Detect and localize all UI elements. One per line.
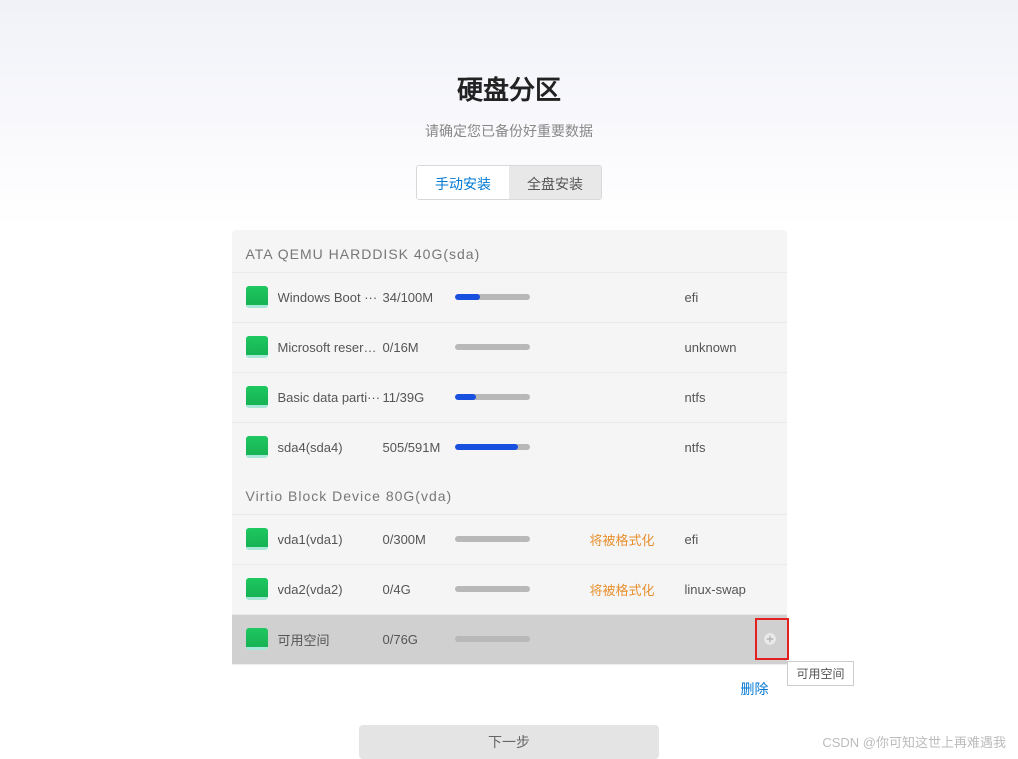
- partition-size: 11/39G: [383, 390, 455, 405]
- disk-icon: [246, 578, 268, 600]
- install-mode-tabs: 手动安装 全盘安装: [416, 165, 602, 200]
- partition-row[interactable]: vda2(vda2) 0/4G 将被格式化 linux-swap: [232, 564, 787, 614]
- disk-icon: [246, 528, 268, 550]
- partition-name: Windows Boot ···: [278, 290, 383, 305]
- partition-size: 505/591M: [383, 440, 455, 455]
- partition-row[interactable]: Windows Boot ··· 34/100M efi: [232, 272, 787, 322]
- disk-icon: [246, 386, 268, 408]
- tab-manual-install[interactable]: 手动安装: [417, 166, 509, 199]
- page-subtitle: 请确定您已备份好重要数据: [425, 121, 593, 141]
- partition-row[interactable]: Microsoft reserv··· 0/16M unknown: [232, 322, 787, 372]
- partition-row[interactable]: vda1(vda1) 0/300M 将被格式化 efi: [232, 514, 787, 564]
- disk-header-sda: ATA QEMU HARDDISK 40G(sda): [232, 230, 787, 272]
- partition-fs: efi: [685, 532, 699, 547]
- usage-bar: [455, 636, 530, 642]
- usage-bar: [455, 536, 530, 542]
- partition-name: vda2(vda2): [278, 582, 383, 597]
- partition-name: 可用空间: [278, 630, 383, 649]
- disk-panel: ATA QEMU HARDDISK 40G(sda) Windows Boot …: [232, 230, 787, 713]
- usage-bar: [455, 586, 530, 592]
- partition-fs: ntfs: [685, 440, 706, 455]
- add-partition-icon[interactable]: [763, 632, 777, 646]
- partition-fs: linux-swap: [685, 582, 746, 597]
- disk-icon: [246, 436, 268, 458]
- usage-bar: [455, 344, 530, 350]
- partition-status: 将被格式化: [590, 580, 685, 599]
- disk-icon: [246, 286, 268, 308]
- partition-name: Basic data parti···: [278, 390, 383, 405]
- action-bar: 删除: [232, 664, 787, 713]
- disk-icon: [246, 628, 268, 650]
- tooltip-free-space: 可用空间: [787, 661, 853, 686]
- disk-icon: [246, 336, 268, 358]
- partition-row[interactable]: sda4(sda4) 505/591M ntfs: [232, 422, 787, 472]
- partition-fs: unknown: [685, 340, 737, 355]
- partition-name: Microsoft reserv···: [278, 340, 383, 355]
- page-title: 硬盘分区: [457, 70, 561, 107]
- delete-button[interactable]: 删除: [741, 679, 769, 699]
- partition-fs: efi: [685, 290, 699, 305]
- usage-bar: [455, 394, 530, 400]
- partition-name: sda4(sda4): [278, 440, 383, 455]
- partition-row[interactable]: Basic data parti··· 11/39G ntfs: [232, 372, 787, 422]
- disk-header-vda: Virtio Block Device 80G(vda): [232, 472, 787, 514]
- next-button[interactable]: 下一步: [359, 725, 659, 759]
- partition-size: 0/300M: [383, 532, 455, 547]
- usage-bar: [455, 294, 530, 300]
- tab-full-install[interactable]: 全盘安装: [509, 166, 601, 199]
- partition-row-selected[interactable]: 可用空间 0/76G 可用空间: [232, 614, 787, 664]
- partition-size: 0/16M: [383, 340, 455, 355]
- partition-size: 0/4G: [383, 582, 455, 597]
- partition-size: 0/76G: [383, 632, 455, 647]
- partition-fs: ntfs: [685, 390, 706, 405]
- partition-status: 将被格式化: [590, 530, 685, 549]
- partition-size: 34/100M: [383, 290, 455, 305]
- partition-name: vda1(vda1): [278, 532, 383, 547]
- watermark: CSDN @你可知这世上再难遇我: [822, 732, 1006, 751]
- usage-bar: [455, 444, 530, 450]
